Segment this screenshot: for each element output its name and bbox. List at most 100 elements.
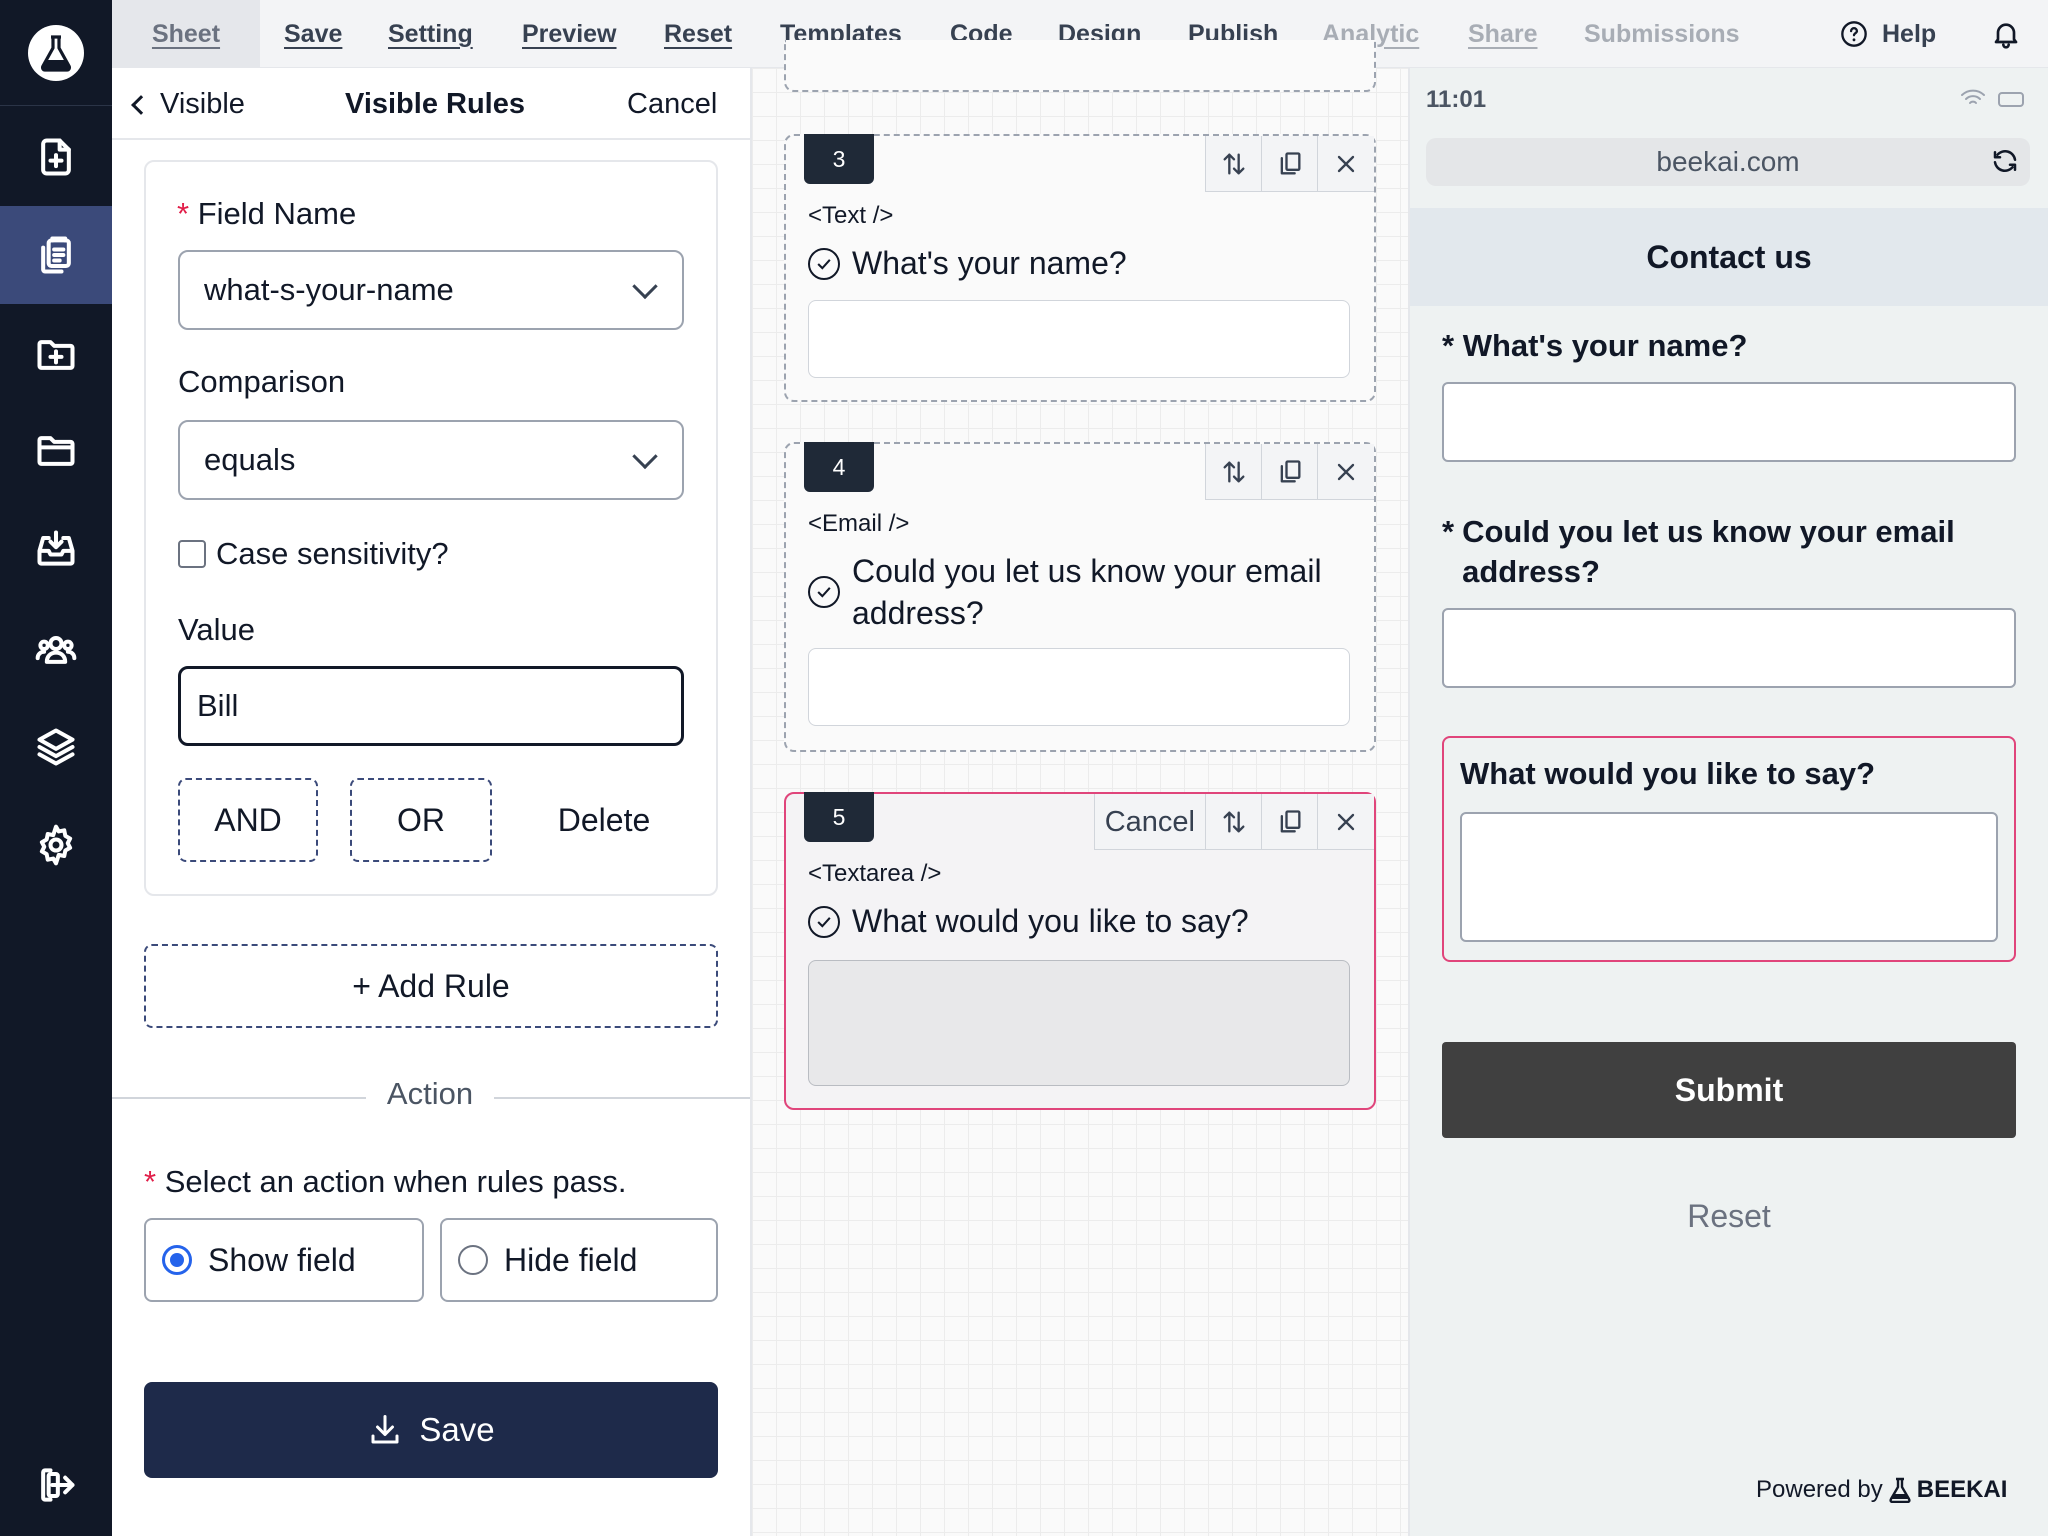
field-question: Could you let us know your email address… — [808, 550, 1354, 634]
field-question: What would you like to say? — [808, 900, 1249, 942]
hide-field-option[interactable]: Hide field — [440, 1218, 718, 1302]
panel-cancel-button[interactable]: Cancel — [627, 88, 717, 121]
preview-email-input[interactable] — [1442, 608, 2016, 688]
preview-message-textarea[interactable] — [1460, 812, 1998, 942]
and-button[interactable]: AND — [178, 778, 318, 862]
action-divider-left — [112, 1097, 366, 1099]
save-label: Save — [419, 1411, 495, 1448]
users-icon[interactable] — [0, 600, 112, 698]
bell-icon[interactable] — [1990, 18, 2022, 50]
help-circle-icon — [1841, 21, 1867, 47]
chevron-down-icon — [632, 273, 658, 300]
field-card-text[interactable]: 3 <Text /> What's your name? — [784, 134, 1376, 402]
brand-name: BEEKAI — [1916, 1476, 2008, 1503]
action-divider-right — [494, 1097, 750, 1099]
preview-q2-label: * Could you let us know your email addres… — [1442, 514, 1955, 589]
or-button[interactable]: OR — [350, 778, 492, 862]
field-textarea-preview — [808, 960, 1350, 1086]
show-field-radio[interactable] — [162, 1245, 192, 1275]
field-cancel-button[interactable]: Cancel — [1095, 794, 1206, 850]
hide-field-radio[interactable] — [458, 1245, 488, 1275]
powered-by-label: Powered by — [1756, 1476, 1883, 1503]
reorder-icon[interactable] — [1206, 794, 1262, 850]
value-input[interactable]: Bill — [178, 666, 684, 746]
show-field-label: Show field — [208, 1241, 356, 1278]
delete-button[interactable]: Delete — [534, 778, 674, 862]
menu-preview[interactable]: Preview — [522, 0, 617, 68]
clipboard-copy-icon[interactable] — [0, 206, 112, 304]
form-title: Contact us — [1410, 208, 2048, 306]
close-icon[interactable] — [1318, 794, 1374, 850]
check-circle-icon — [808, 576, 840, 608]
menu-setting[interactable]: Setting — [388, 0, 473, 68]
copy-icon[interactable] — [1262, 136, 1318, 192]
check-circle-icon — [808, 248, 840, 280]
comparison-value: equals — [204, 442, 296, 477]
field-input-preview — [808, 300, 1350, 378]
copy-icon[interactable] — [1262, 794, 1318, 850]
comparison-select[interactable]: equals — [178, 420, 684, 500]
reorder-icon[interactable] — [1206, 444, 1262, 500]
app-logo[interactable] — [0, 0, 112, 106]
field-card-email[interactable]: 4 <Email /> Could you let us know your e… — [784, 442, 1376, 752]
logo-flask-icon — [28, 24, 84, 81]
refresh-icon[interactable] — [1990, 146, 2020, 176]
panel-title: Visible Rules — [345, 88, 525, 120]
close-icon[interactable] — [1318, 136, 1374, 192]
wifi-icon — [1960, 88, 1986, 108]
gear-icon[interactable] — [0, 796, 112, 894]
file-add-icon[interactable] — [0, 108, 112, 206]
powered-by[interactable]: Powered by BEEKAI — [1756, 1476, 2007, 1504]
beekai-flask-icon — [1889, 1477, 1911, 1503]
menu-share[interactable]: Share — [1468, 0, 1537, 68]
sidebar — [0, 0, 112, 1536]
copy-icon[interactable] — [1262, 444, 1318, 500]
panel-header-divider — [112, 138, 750, 140]
comparison-label: Comparison — [178, 364, 346, 399]
preview-reset-button[interactable]: Reset — [1442, 1198, 2016, 1235]
menu-reset[interactable]: Reset — [664, 0, 732, 68]
show-field-option[interactable]: Show field — [144, 1218, 424, 1302]
field-type-tag: <Email /> — [808, 510, 910, 537]
back-visible-link[interactable]: Visible — [131, 88, 245, 121]
action-divider-label: Action — [386, 1076, 474, 1111]
folder-icon[interactable] — [0, 402, 112, 500]
status-time: 11:01 — [1426, 86, 1487, 113]
chevron-left-icon — [131, 94, 151, 115]
save-button[interactable]: Save — [144, 1382, 718, 1478]
preview-name-input[interactable] — [1442, 382, 2016, 462]
close-icon[interactable] — [1318, 444, 1374, 500]
field-number-badge: 5 — [804, 792, 874, 842]
inbox-download-icon[interactable] — [0, 500, 112, 598]
action-prompt: * Select an action when rules pass. — [144, 1164, 627, 1199]
field-name-label: * Field Name — [177, 196, 357, 231]
help-label: Help — [1882, 19, 1937, 48]
preview-q1-label: * What's your name? — [1442, 328, 1748, 363]
layers-icon[interactable] — [0, 698, 112, 796]
menu-sheet[interactable]: Sheet — [112, 0, 260, 68]
chevron-down-icon — [632, 443, 658, 470]
preview-submit-button[interactable]: Submit — [1442, 1042, 2016, 1138]
field-toolbar — [1205, 444, 1374, 500]
required-mark: * — [177, 196, 198, 231]
case-sensitivity-checkbox[interactable] — [178, 540, 206, 568]
field-card-textarea[interactable]: 5 Cancel <Textarea /> What would you lik… — [784, 792, 1376, 1110]
field-card-partial[interactable] — [784, 40, 1376, 92]
add-rule-button[interactable]: + Add Rule — [144, 944, 718, 1028]
logout-icon[interactable] — [0, 1436, 112, 1534]
menu-save[interactable]: Save — [284, 0, 342, 68]
field-toolbar — [1205, 136, 1374, 192]
url-bar[interactable]: beekai.com — [1426, 138, 2030, 186]
menu-submissions[interactable]: Submissions — [1584, 0, 1740, 68]
field-question: What's your name? — [808, 242, 1127, 284]
help-button[interactable]: Help — [1840, 0, 1936, 68]
reorder-icon[interactable] — [1206, 136, 1262, 192]
field-name-select[interactable]: what-s-your-name — [178, 250, 684, 330]
field-toolbar: Cancel — [1093, 794, 1374, 850]
value-label: Value — [178, 612, 255, 647]
check-circle-icon — [808, 906, 840, 938]
folder-add-icon[interactable] — [0, 306, 112, 404]
back-label: Visible — [160, 88, 245, 120]
battery-icon — [1998, 92, 2024, 107]
download-icon — [371, 1415, 399, 1444]
